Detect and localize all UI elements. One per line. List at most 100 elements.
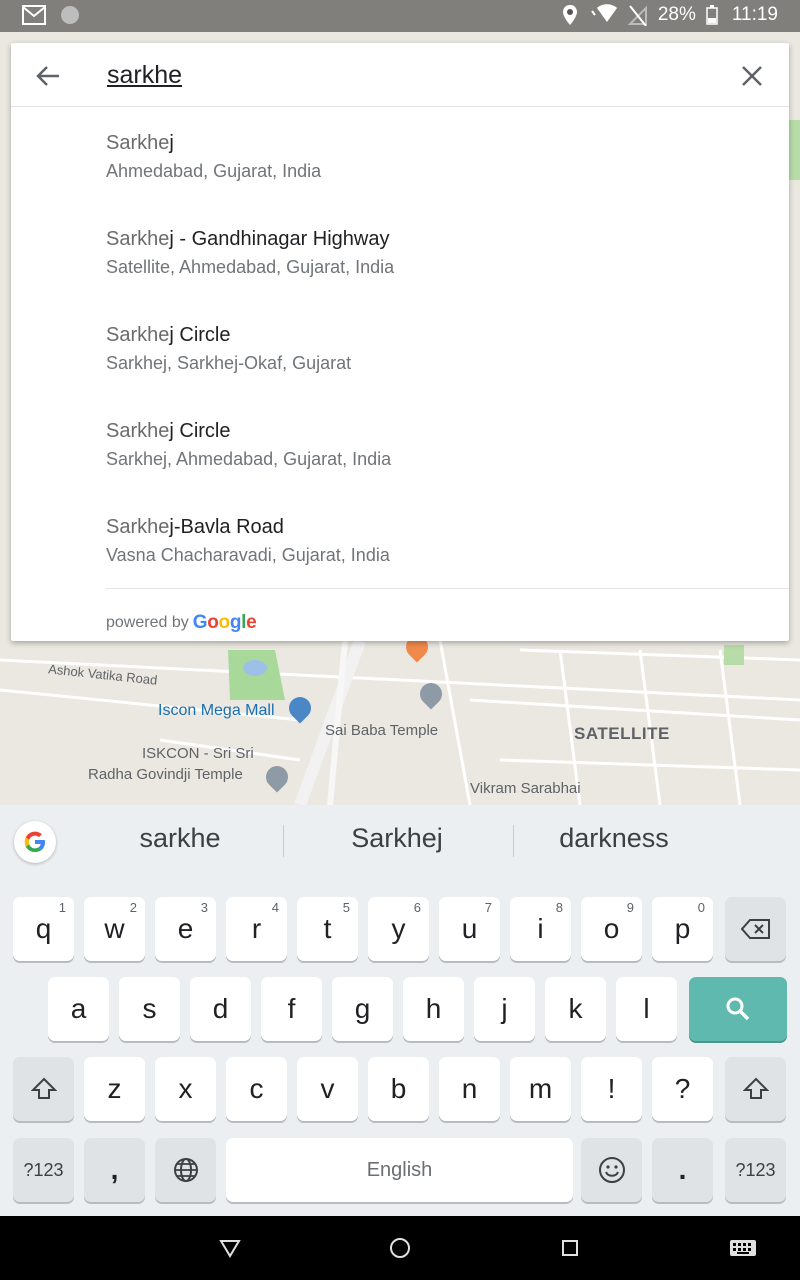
google-g-logo-icon xyxy=(24,831,45,852)
key-x[interactable]: x xyxy=(155,1057,216,1121)
key-j[interactable]: j xyxy=(474,977,535,1041)
powered-by-text: powered by xyxy=(106,613,189,631)
gmail-notification-icon xyxy=(22,5,46,25)
key-v[interactable]: v xyxy=(297,1057,358,1121)
symbols-key-left[interactable]: ?123 xyxy=(13,1138,74,1202)
key-y[interactable]: y6 xyxy=(368,897,429,961)
key-k[interactable]: k xyxy=(545,977,606,1041)
suggestion-1[interactable]: sarkhe xyxy=(80,823,280,854)
search-result-item[interactable]: Sarkhej Circle Sarkhej, Sarkhej-Okaf, Gu… xyxy=(11,299,789,395)
map-label-iskcon-line2[interactable]: Radha Govindji Temple xyxy=(88,766,243,783)
map-label-sai-baba-temple[interactable]: Sai Baba Temple xyxy=(325,722,438,739)
emoji-icon xyxy=(598,1157,625,1183)
key-p[interactable]: p0 xyxy=(652,897,713,961)
battery-charging-icon xyxy=(706,5,718,25)
google-logo: Google xyxy=(192,611,257,633)
globe-icon xyxy=(173,1158,198,1182)
triangle-back-icon xyxy=(219,1240,241,1258)
battery-percent: 28% xyxy=(657,4,696,25)
search-result-item[interactable]: Sarkhej - Gandhinagar Highway Satellite,… xyxy=(11,203,789,299)
key-q[interactable]: q1 xyxy=(13,897,74,961)
key-l[interactable]: l xyxy=(616,977,677,1041)
map-label-satellite: SATELLITE xyxy=(574,724,670,743)
nav-recents-button[interactable] xyxy=(556,1234,584,1262)
soft-keyboard: sarkhe Sarkhej darkness q1 w2 e3 r4 t5 y… xyxy=(0,805,800,1216)
shift-icon xyxy=(30,1077,57,1099)
key-question[interactable]: ? xyxy=(652,1057,713,1121)
nav-back-button[interactable] xyxy=(216,1234,244,1262)
key-h[interactable]: h xyxy=(403,977,464,1041)
location-icon xyxy=(562,5,577,25)
result-title: Sarkhej xyxy=(106,132,174,154)
navigation-bar xyxy=(0,1216,800,1280)
result-subtitle: Ahmedabad, Gujarat, India xyxy=(106,161,322,181)
key-e[interactable]: e3 xyxy=(155,897,216,961)
keyboard-switch-button[interactable] xyxy=(728,1234,758,1262)
key-m[interactable]: m xyxy=(510,1057,571,1121)
key-exclamation[interactable]: ! xyxy=(581,1057,642,1121)
backspace-key[interactable] xyxy=(725,897,786,961)
result-title: Sarkhej - Gandhinagar Highway xyxy=(106,228,390,250)
key-g[interactable]: g xyxy=(332,977,393,1041)
result-title: Sarkhej Circle xyxy=(106,324,231,346)
map-label-iscon-mega-mall[interactable]: Iscon Mega Mall xyxy=(158,702,275,720)
key-o[interactable]: o9 xyxy=(581,897,642,961)
key-b[interactable]: b xyxy=(368,1057,429,1121)
suggestion-bar: sarkhe Sarkhej darkness xyxy=(0,805,800,877)
result-title: Sarkhej Circle xyxy=(106,420,231,442)
key-z[interactable]: z xyxy=(84,1057,145,1121)
key-u[interactable]: u7 xyxy=(439,897,500,961)
shift-icon xyxy=(742,1077,769,1099)
nav-home-button[interactable] xyxy=(386,1234,414,1262)
emoji-key[interactable] xyxy=(581,1138,642,1202)
backspace-icon xyxy=(740,919,770,939)
period-key[interactable]: . xyxy=(652,1138,713,1202)
back-button[interactable] xyxy=(31,59,65,93)
search-result-item[interactable]: Sarkhej Circle Sarkhej, Ahmedabad, Gujar… xyxy=(11,395,789,491)
keyboard-icon xyxy=(730,1240,756,1256)
space-key[interactable]: English xyxy=(226,1138,573,1202)
result-subtitle: Sarkhej, Ahmedabad, Gujarat, India xyxy=(106,449,392,469)
search-results-list: Sarkhej Ahmedabad, Gujarat, India Sarkhe… xyxy=(11,107,789,587)
key-a[interactable]: a xyxy=(48,977,109,1041)
search-input[interactable] xyxy=(107,57,707,93)
map-label-vikram-sarabhai[interactable]: Vikram Sarabhai xyxy=(470,780,581,797)
key-t[interactable]: t5 xyxy=(297,897,358,961)
clear-search-button[interactable] xyxy=(735,59,769,93)
result-title: Sarkhej-Bavla Road xyxy=(106,516,284,538)
shift-key-right[interactable] xyxy=(725,1057,786,1121)
search-bar xyxy=(11,43,789,107)
arrow-back-icon xyxy=(36,66,59,86)
key-n[interactable]: n xyxy=(439,1057,500,1121)
suggestion-divider xyxy=(283,825,284,857)
symbols-key-right[interactable]: ?123 xyxy=(725,1138,786,1202)
result-subtitle: Sarkhej, Sarkhej-Okaf, Gujarat xyxy=(106,353,352,373)
close-icon xyxy=(742,66,762,86)
key-w[interactable]: w2 xyxy=(84,897,145,961)
result-subtitle: Satellite, Ahmedabad, Gujarat, India xyxy=(106,257,395,277)
status-time: 11:19 xyxy=(731,4,778,25)
search-autocomplete-panel: Sarkhej Ahmedabad, Gujarat, India Sarkhe… xyxy=(11,43,789,641)
search-result-item[interactable]: Sarkhej-Bavla Road Vasna Chacharavadi, G… xyxy=(11,491,789,587)
wifi-icon xyxy=(591,4,617,22)
comma-key[interactable]: , xyxy=(84,1138,145,1202)
language-key[interactable] xyxy=(155,1138,216,1202)
search-result-item[interactable]: Sarkhej Ahmedabad, Gujarat, India xyxy=(11,107,789,203)
key-d[interactable]: d xyxy=(190,977,251,1041)
square-recents-icon xyxy=(562,1240,578,1256)
key-s[interactable]: s xyxy=(119,977,180,1041)
circle-home-icon xyxy=(390,1238,410,1258)
result-subtitle: Vasna Chacharavadi, Gujarat, India xyxy=(106,545,390,565)
suggestion-2[interactable]: Sarkhej xyxy=(297,823,497,854)
key-c[interactable]: c xyxy=(226,1057,287,1121)
map-label-iskcon-line1[interactable]: ISKCON - Sri Sri xyxy=(142,745,254,762)
key-r[interactable]: r4 xyxy=(226,897,287,961)
google-g-icon[interactable] xyxy=(14,821,56,863)
suggestion-3[interactable]: darkness xyxy=(514,823,714,854)
shift-key-left[interactable] xyxy=(13,1057,74,1121)
key-f[interactable]: f xyxy=(261,977,322,1041)
search-icon xyxy=(726,997,750,1021)
key-i[interactable]: i8 xyxy=(510,897,571,961)
search-key[interactable] xyxy=(689,977,787,1041)
circle-notification-icon xyxy=(61,6,79,24)
